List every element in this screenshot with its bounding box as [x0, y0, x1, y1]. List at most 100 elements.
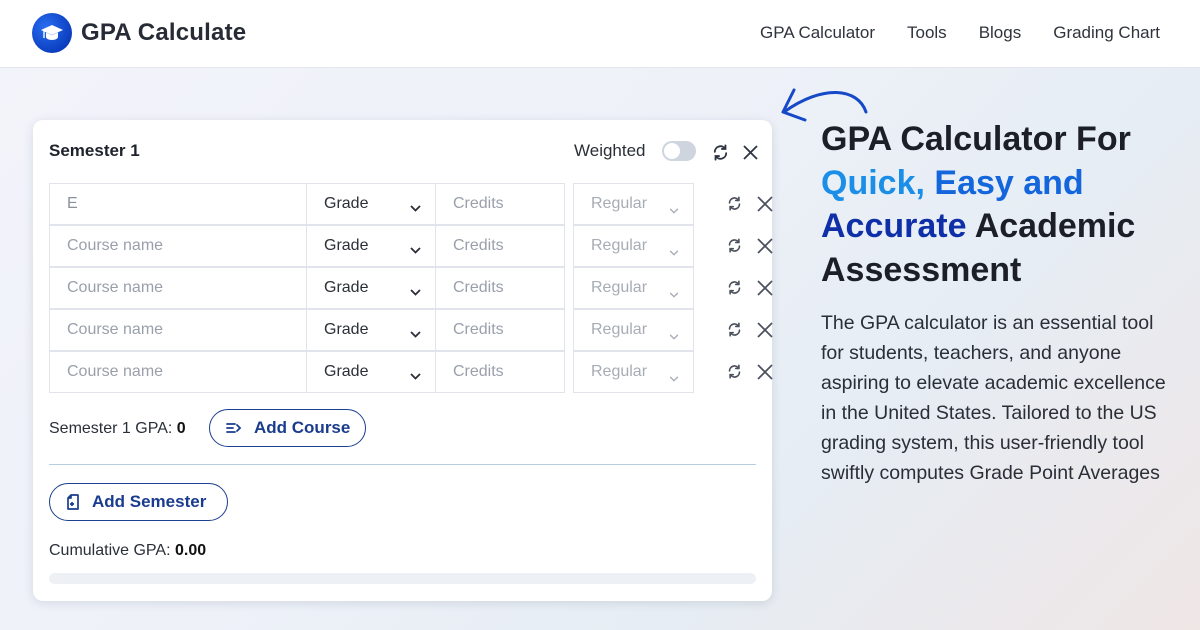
course-type-select[interactable]: Regular [573, 183, 694, 225]
credits-input[interactable]: Credits [435, 351, 565, 393]
chevron-down-icon [669, 327, 679, 345]
reset-semester-button[interactable] [710, 142, 730, 162]
hero-title-assessment: Assessment [821, 250, 1022, 289]
chevron-down-icon [410, 283, 421, 301]
hero-title-quick: Quick, [821, 163, 925, 202]
grade-select[interactable]: Grade [306, 309, 436, 351]
hero-title-easy: Easy and [934, 163, 1084, 202]
divider [49, 464, 756, 465]
course-name-input[interactable]: Course name [49, 225, 307, 267]
nav-gpa-calculator[interactable]: GPA Calculator [760, 23, 875, 43]
hero-description: The GPA calculator is an essential tool … [821, 312, 1166, 484]
remove-course-button[interactable] [755, 236, 775, 256]
chevron-down-icon [669, 201, 679, 219]
reset-course-button[interactable] [725, 236, 743, 254]
course-row: E Grade Credits Regular [49, 183, 789, 225]
course-type-value: Regular [591, 363, 648, 380]
credits-placeholder: Credits [453, 279, 504, 296]
grade-select[interactable]: Grade [306, 183, 436, 225]
cumulative-gpa-value: 0.00 [174, 542, 207, 559]
weighted-toggle[interactable] [662, 141, 696, 161]
chevron-down-icon [410, 241, 421, 259]
semester-gpa-label: Semester 1 GPA: [49, 420, 177, 437]
close-icon [757, 322, 773, 338]
nav-grading-chart[interactable]: Grading Chart [1053, 23, 1160, 43]
add-semester-label: Add Semester [92, 492, 207, 511]
credits-input[interactable]: Credits [435, 225, 565, 267]
gpa-progress-bar [49, 573, 756, 584]
course-row: Course name Grade Credits Regular [49, 225, 789, 267]
hero-title: GPA Calculator For Quick, Easy and Accur… [821, 118, 1181, 292]
brand-name[interactable]: GPA Calculate [81, 19, 246, 47]
grade-select[interactable]: Grade [306, 267, 436, 309]
credits-input[interactable]: Credits [435, 309, 565, 351]
reset-course-button[interactable] [725, 194, 743, 212]
credits-input[interactable]: Credits [435, 267, 565, 309]
refresh-icon [728, 237, 740, 253]
semester-title: Semester 1 [49, 141, 140, 160]
course-type-select[interactable]: Regular [573, 309, 694, 351]
course-type-value: Regular [591, 195, 648, 212]
chevron-down-icon [669, 369, 679, 387]
course-name-text: Course name [67, 237, 164, 254]
add-course-button[interactable]: Add Course [209, 409, 366, 447]
chevron-down-icon [410, 367, 421, 385]
refresh-icon [713, 143, 727, 161]
course-type-select[interactable]: Regular [573, 351, 694, 393]
course-row: Course name Grade Credits Regular [49, 351, 789, 393]
course-type-select[interactable]: Regular [573, 267, 694, 309]
course-type-value: Regular [591, 279, 648, 296]
chevron-down-icon [669, 243, 679, 261]
cumulative-gpa-label: Cumulative GPA: [49, 542, 175, 559]
refresh-icon [728, 279, 740, 295]
close-icon [757, 280, 773, 296]
remove-course-button[interactable] [755, 320, 775, 340]
course-name-text: Course name [67, 363, 164, 380]
remove-course-button[interactable] [755, 362, 775, 382]
refresh-icon [728, 363, 740, 379]
course-name-input[interactable]: Course name [49, 309, 307, 351]
close-icon [757, 364, 773, 380]
course-type-select[interactable]: Regular [573, 225, 694, 267]
course-name-input[interactable]: E [49, 183, 307, 225]
grade-select[interactable]: Grade [306, 225, 436, 267]
credits-input[interactable]: Credits [435, 183, 565, 225]
course-row: Course name Grade Credits Regular [49, 267, 789, 309]
course-name-text: E [67, 195, 78, 212]
course-type-value: Regular [591, 321, 648, 338]
hero-title-academic: Academic [974, 207, 1136, 245]
nav-tools[interactable]: Tools [907, 23, 947, 43]
chevron-down-icon [410, 325, 421, 343]
cumulative-gpa: Cumulative GPA: 0.00 [49, 542, 206, 560]
close-icon [757, 238, 773, 254]
refresh-icon [728, 321, 740, 337]
add-file-icon [67, 494, 79, 510]
hero-title-line1: GPA Calculator For [821, 120, 1131, 158]
credits-placeholder: Credits [453, 195, 504, 212]
credits-placeholder: Credits [453, 363, 504, 380]
grade-select-value: Grade [324, 195, 369, 212]
add-course-label: Add Course [254, 418, 351, 437]
refresh-icon [728, 195, 740, 211]
add-semester-button[interactable]: Add Semester [49, 483, 228, 521]
course-type-value: Regular [591, 237, 648, 254]
close-icon [742, 144, 758, 160]
nav-blogs[interactable]: Blogs [979, 23, 1022, 43]
remove-course-button[interactable] [755, 194, 775, 214]
weighted-label: Weighted [574, 141, 646, 160]
reset-course-button[interactable] [725, 362, 743, 380]
course-name-input[interactable]: Course name [49, 267, 307, 309]
course-name-input[interactable]: Course name [49, 351, 307, 393]
reset-course-button[interactable] [725, 278, 743, 296]
grade-select[interactable]: Grade [306, 351, 436, 393]
course-name-text: Course name [67, 279, 164, 296]
logo[interactable] [32, 13, 72, 53]
hero-title-accurate: Accurate [821, 207, 967, 245]
remove-course-button[interactable] [755, 278, 775, 298]
credits-placeholder: Credits [453, 237, 504, 254]
reset-course-button[interactable] [725, 320, 743, 338]
grade-select-value: Grade [324, 237, 369, 254]
course-name-text: Course name [67, 321, 164, 338]
remove-semester-button[interactable] [740, 142, 760, 162]
grade-select-value: Grade [324, 321, 369, 338]
